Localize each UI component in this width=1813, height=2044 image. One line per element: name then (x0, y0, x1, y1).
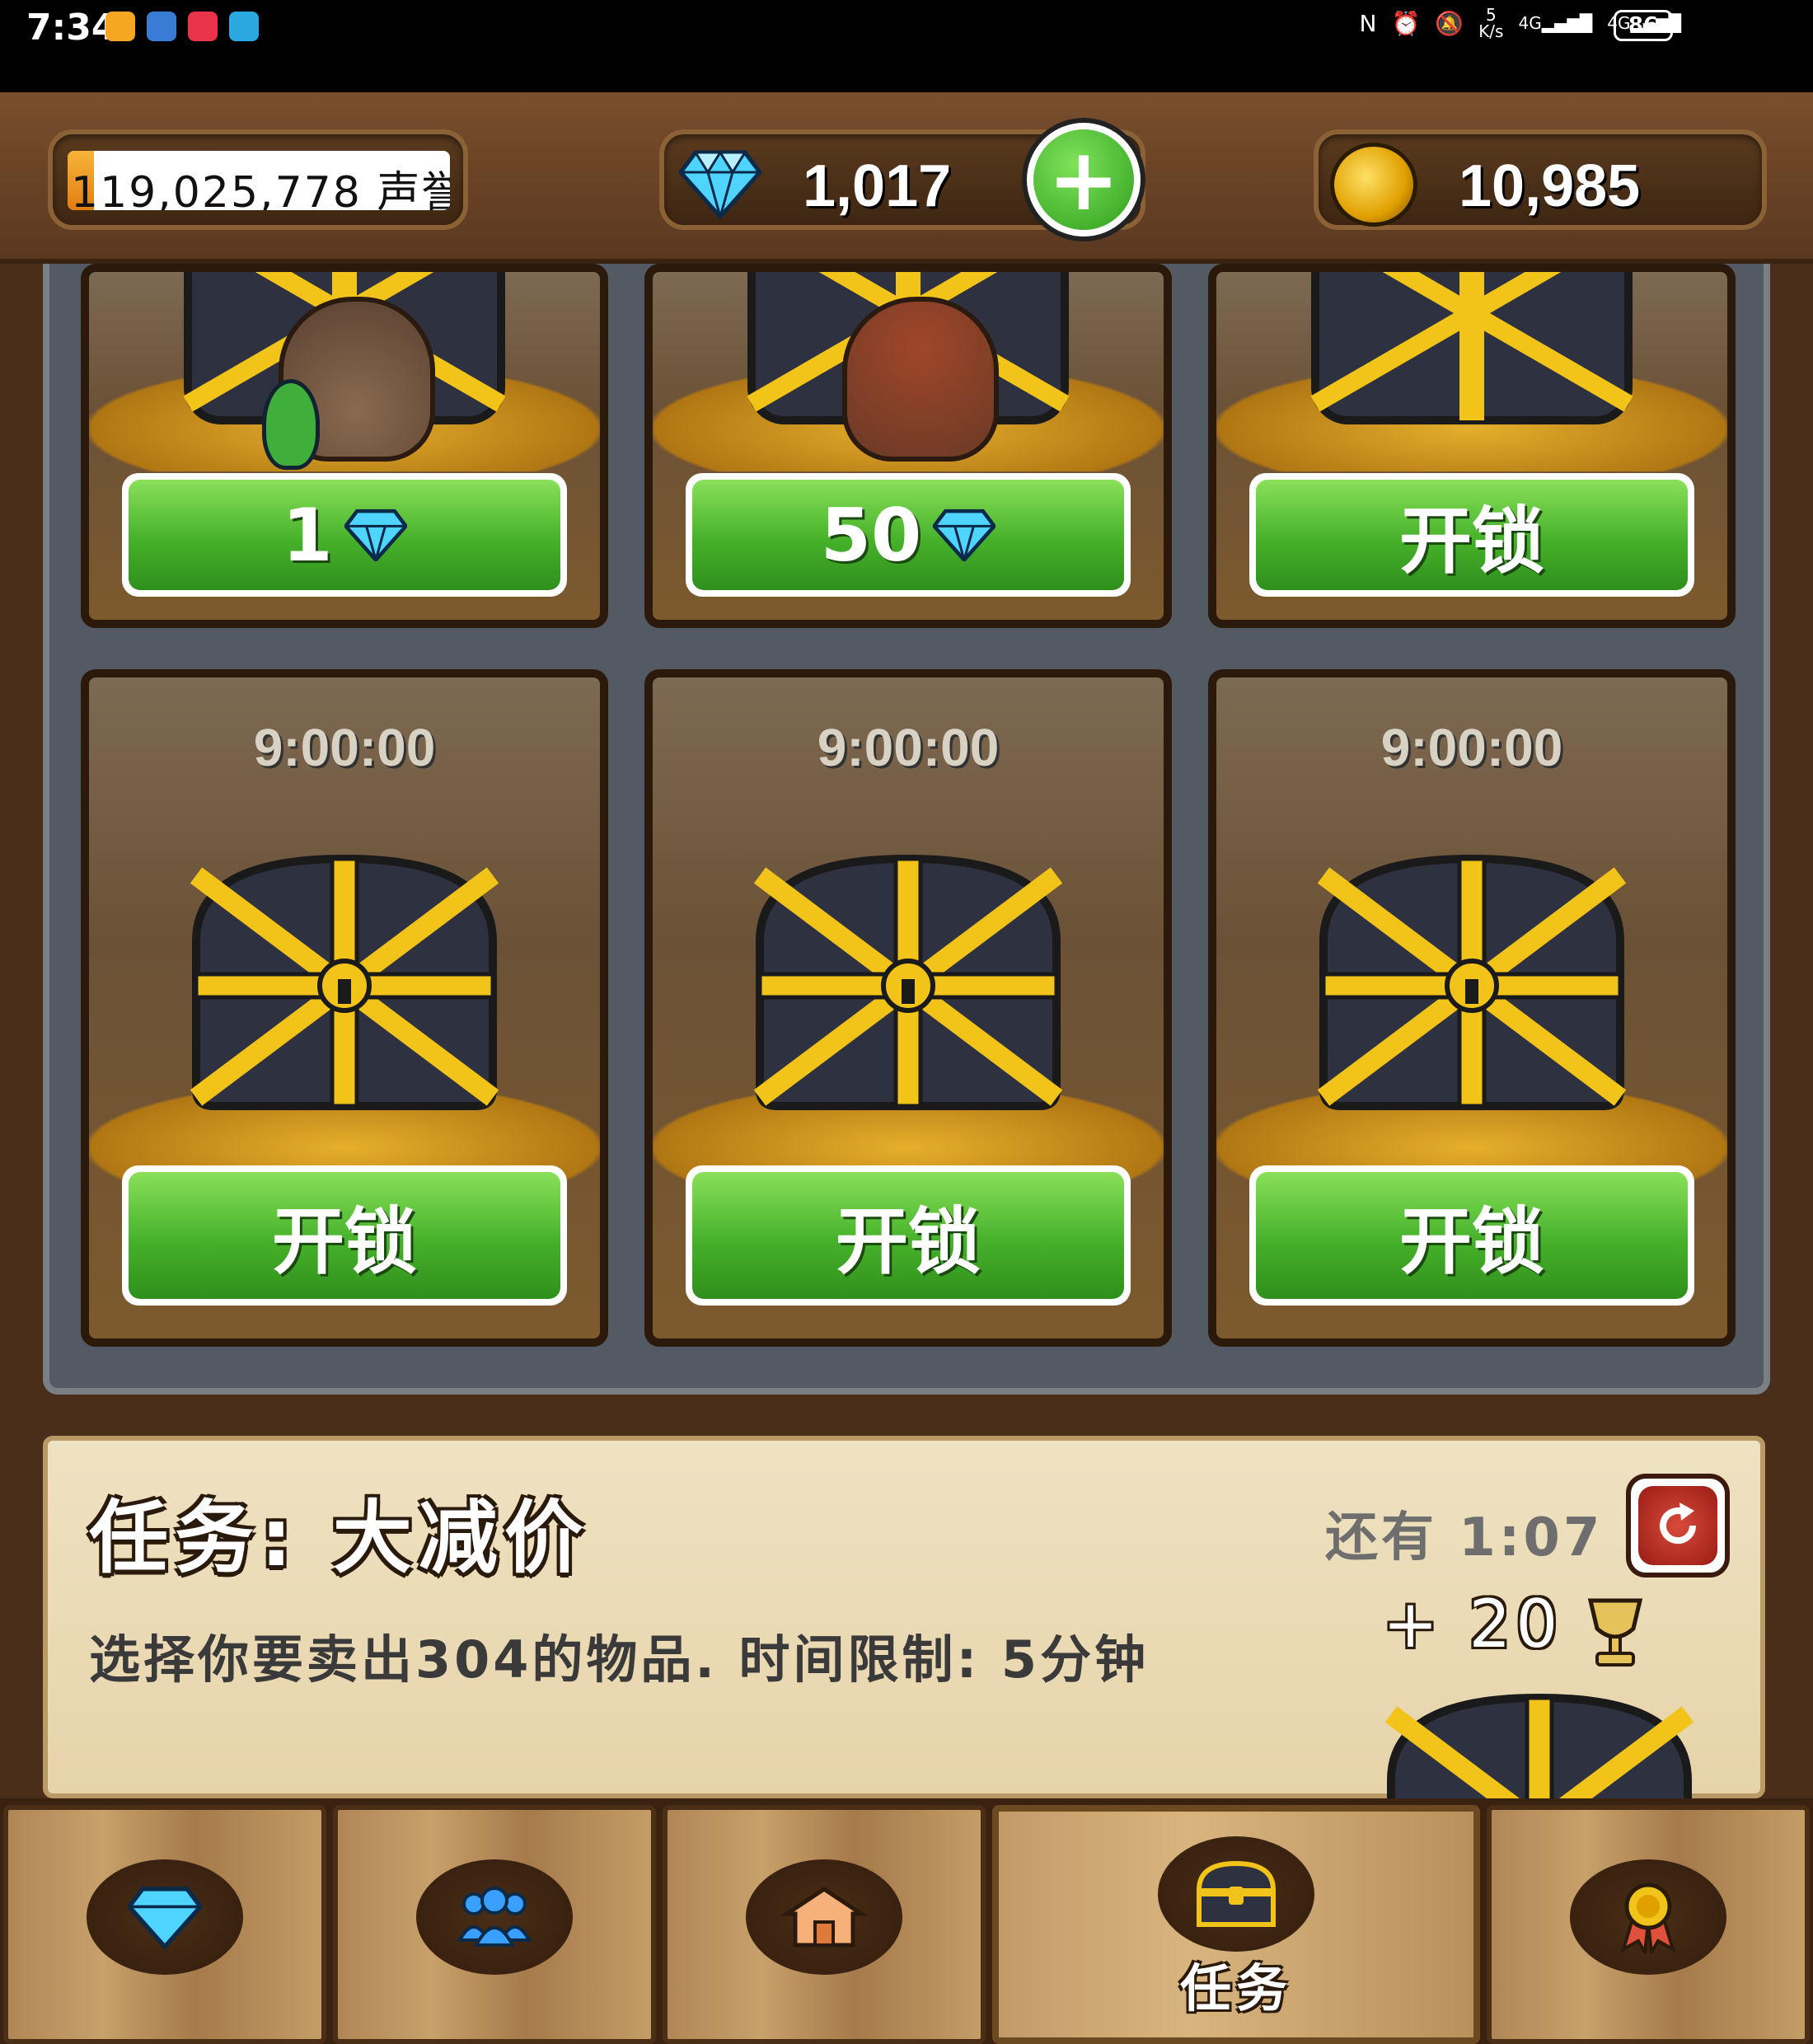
chest-card-bottom-3: 9:00:00 开锁 (1208, 669, 1736, 1347)
bottom-navigation: 任务 (0, 1798, 1813, 2044)
net-speed: 5 K/s (1478, 5, 1504, 41)
quest-panel: 任务: 大减价 还有 1:07 选择你要卖出304的物品. 时间限制: 5分钟 … (43, 1436, 1765, 1830)
diamond-icon (128, 1887, 202, 1948)
battery-indicator: 86 (1614, 10, 1673, 41)
gold-coin-icon (1330, 143, 1417, 227)
fame-progress-bar: 119,025,778 声誉 (68, 151, 450, 210)
notification-icons (105, 12, 259, 41)
trophy-icon (1587, 1598, 1643, 1667)
medal-icon (1620, 1882, 1676, 1954)
unlock-button[interactable]: 开锁 (1249, 1165, 1694, 1306)
app-notification-icon (147, 12, 176, 41)
app-notification-icon (105, 12, 135, 41)
tab-quests[interactable]: 任务 (992, 1805, 1480, 2044)
currency-bar: 119,025,778 声誉 1,017 + 10,985 (0, 92, 1813, 264)
alarm-icon: ⏰ (1391, 9, 1421, 37)
gem-count: 1,017 (803, 153, 952, 219)
tab-shop[interactable] (663, 1805, 986, 2044)
unlock-button[interactable]: 开锁 (686, 1165, 1131, 1306)
chest-card-bottom-1: 9:00:00 开锁 (81, 669, 608, 1347)
chest-icon (190, 854, 499, 1110)
unlock-timer: 9:00:00 (253, 718, 436, 777)
unlock-timer: 9:00:00 (1380, 718, 1563, 777)
status-bar: 7:34 N ⏰ 🔕 5 K/s 4G▂▄▆█ 4G▂▄▆█ 86 (0, 0, 1813, 92)
chest-icon (1310, 272, 1633, 424)
diamond-icon (933, 509, 996, 561)
gold-counter[interactable]: 10,985 (1314, 129, 1767, 230)
tab-friends[interactable] (333, 1805, 656, 2044)
quest-description: 选择你要卖出304的物品. 时间限制: 5分钟 (89, 1629, 1150, 1690)
clock: 7:34 (26, 7, 117, 49)
quest-time-remaining: 还有 1:07 (1325, 1507, 1604, 1568)
mute-icon: 🔕 (1435, 9, 1464, 37)
signal-1: 4G▂▄▆█ (1518, 13, 1593, 33)
app-notification-icon (188, 12, 218, 41)
diamond-icon (344, 509, 407, 561)
add-gems-button[interactable]: + (1022, 118, 1145, 241)
tab-gems[interactable] (3, 1805, 326, 2044)
nfc-icon: N (1359, 9, 1377, 37)
chest-icon (753, 854, 1063, 1110)
people-icon (457, 1887, 532, 1947)
chest-card-bottom-2: 9:00:00 开锁 (644, 669, 1172, 1347)
character-figure (842, 297, 999, 462)
unlock-button[interactable]: 开锁 (1249, 473, 1694, 597)
chest-card-top-3: 开锁 (1208, 264, 1736, 628)
fame-text: 119,025,778 声誉 (71, 168, 450, 210)
leaf-decoration (262, 379, 320, 470)
plus-icon: + (1033, 129, 1134, 230)
app-notification-icon (229, 12, 259, 41)
chest-card-top-1: 1 (81, 264, 608, 628)
refresh-quest-button[interactable] (1626, 1474, 1730, 1578)
house-icon (780, 1886, 869, 1948)
chest-icon (1317, 854, 1627, 1110)
unlock-button[interactable]: 开锁 (122, 1165, 567, 1306)
gold-count: 10,985 (1459, 153, 1641, 219)
tab-quests-label: 任务 (1179, 1958, 1292, 2018)
chest-card-top-2: 50 (644, 264, 1172, 628)
buy-chest-button[interactable]: 50 (686, 473, 1131, 597)
fame-counter[interactable]: 119,025,778 声誉 (48, 129, 468, 230)
unlock-timer: 9:00:00 (817, 718, 1000, 777)
buy-chest-button[interactable]: 1 (122, 473, 567, 597)
tab-achievements[interactable] (1487, 1805, 1810, 2044)
quest-title: 任务: 大减价 (89, 1492, 590, 1584)
chest-icon (1197, 1860, 1276, 1927)
diamond-icon (679, 150, 761, 218)
quest-reward: + 20 (1383, 1586, 1563, 1662)
refresh-icon (1638, 1486, 1717, 1565)
